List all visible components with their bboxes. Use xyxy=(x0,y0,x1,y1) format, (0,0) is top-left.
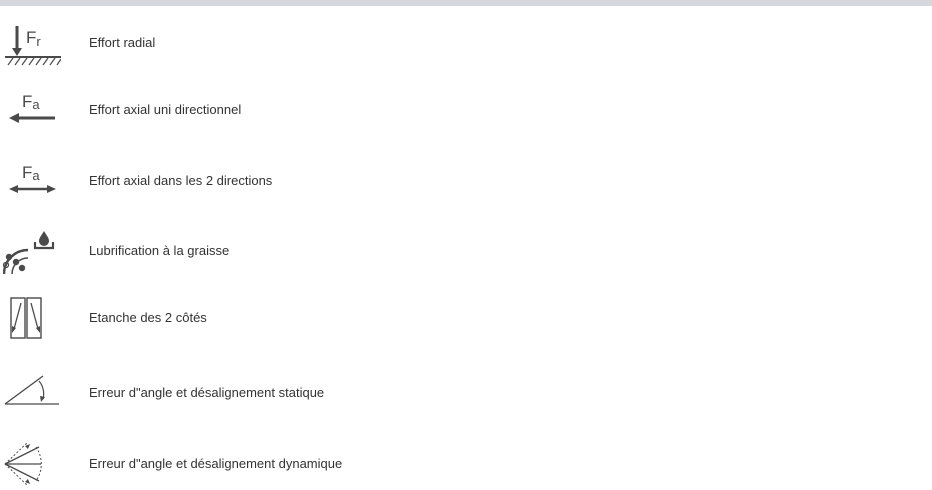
svg-text:Fa: Fa xyxy=(22,92,40,112)
legend-label-static-misalignment: Erreur d"angle et désalignement statique xyxy=(89,385,325,400)
legend-label-sealed-both-sides: Etanche des 2 côtés xyxy=(89,310,207,325)
legend-label-axial-load-one-direction: Effort axial uni directionnel xyxy=(89,102,242,117)
radial-force-subscript: r xyxy=(36,34,41,49)
legend-item-axial-load-one-direction: Fa Effort axial uni directionnel xyxy=(0,87,932,133)
axial-force-subscript: a xyxy=(32,97,40,112)
top-divider-bar xyxy=(0,0,932,6)
radial-force-symbol: F xyxy=(26,28,36,47)
legend-item-grease-lubrication: Lubrification à la graisse xyxy=(0,228,932,274)
axial-force-symbol: F xyxy=(22,163,32,182)
legend-label-grease-lubrication: Lubrification à la graisse xyxy=(89,243,230,258)
axial-load-one-direction-svg: Fa xyxy=(9,92,55,123)
legend-item-dynamic-misalignment: Erreur d"angle et désalignement dynamiqu… xyxy=(0,441,932,487)
legend-label-radial-load: Effort radial xyxy=(89,35,156,50)
dynamic-misalignment-svg xyxy=(4,442,42,486)
sealed-both-sides-svg xyxy=(10,297,42,339)
axial-load-two-directions-svg: Fa xyxy=(9,163,56,193)
axial-force-subscript: a xyxy=(32,168,40,183)
legend-item-sealed-both-sides: Etanche des 2 côtés xyxy=(0,295,932,341)
legend-item-axial-load-two-directions: Fa Effort axial dans les 2 directions xyxy=(0,158,932,204)
radial-load-svg: Fr xyxy=(5,26,61,66)
legend-item-radial-load: Fr Effort radial xyxy=(0,20,932,66)
legend-label-dynamic-misalignment: Erreur d"angle et désalignement dynamiqu… xyxy=(89,456,343,471)
grease-lubrication-icon xyxy=(3,228,61,274)
grease-lubrication-svg xyxy=(3,231,55,274)
svg-text:Fr: Fr xyxy=(26,28,41,49)
axial-load-one-direction-icon: Fa xyxy=(3,87,61,133)
dynamic-misalignment-icon xyxy=(3,441,61,487)
svg-text:Fa: Fa xyxy=(22,163,40,183)
axial-load-two-directions-icon: Fa xyxy=(3,158,61,204)
sealed-both-sides-icon xyxy=(3,295,61,341)
radial-load-icon: Fr xyxy=(3,20,61,66)
legend-item-static-misalignment: Erreur d"angle et désalignement statique xyxy=(0,370,932,416)
axial-force-symbol: F xyxy=(22,92,32,111)
static-misalignment-icon xyxy=(3,370,61,416)
static-misalignment-svg xyxy=(4,375,59,405)
legend-label-axial-load-two-directions: Effort axial dans les 2 directions xyxy=(89,173,273,188)
